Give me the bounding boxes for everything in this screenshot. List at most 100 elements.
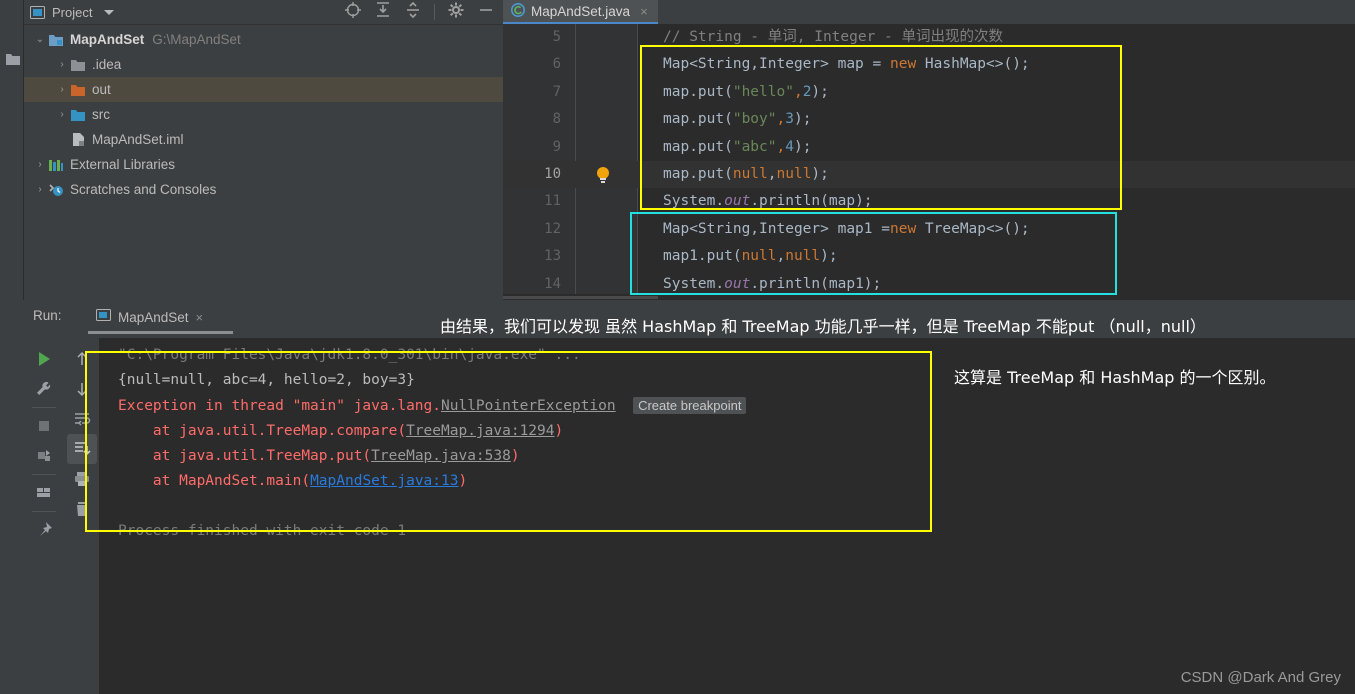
collapse-all-icon[interactable] xyxy=(404,1,422,24)
tree-item-label: src xyxy=(92,107,110,122)
code-line[interactable]: 6 Map<String,Integer> map = new HashMap<>… xyxy=(503,51,1355,78)
code-token: "boy" xyxy=(732,111,777,128)
line-number: 6 xyxy=(552,56,561,73)
folder-icon-orange xyxy=(70,83,86,97)
chevron-right-icon[interactable]: › xyxy=(56,109,68,120)
code-editor[interactable]: 5 // String - 单词, Integer - 单词出现的次数 6 Map<S… xyxy=(503,24,1355,300)
console-link[interactable]: TreeMap.java:538 xyxy=(371,448,511,464)
create-breakpoint-badge[interactable]: Create breakpoint xyxy=(633,397,747,414)
close-icon[interactable]: × xyxy=(196,310,204,325)
console-text: at MapAndSet.main( xyxy=(118,473,311,489)
code-line[interactable]: 13 map1.put(null,null); xyxy=(503,243,1355,270)
code-token: , xyxy=(776,111,786,128)
chevron-right-icon[interactable]: › xyxy=(34,159,46,170)
rerun-icon[interactable] xyxy=(29,344,59,374)
tree-item-label: out xyxy=(92,82,111,97)
tree-row[interactable]: ⌄ MapAndSet G:\MapAndSet xyxy=(24,27,503,52)
code-token: "hello" xyxy=(732,83,794,100)
layout-icon[interactable] xyxy=(29,478,59,508)
tree-row[interactable]: › Scratches and Consoles xyxy=(24,177,503,202)
folder-icon[interactable] xyxy=(5,52,21,71)
console-output[interactable]: "C:\Program Files\Java\jdk1.8.0_301\bin\… xyxy=(100,338,1355,694)
code-token: map.put( xyxy=(663,83,733,100)
chevron-right-icon[interactable]: › xyxy=(34,184,46,195)
rerun-failed-icon[interactable] xyxy=(29,441,59,471)
chevron-right-icon[interactable]: › xyxy=(56,59,68,70)
tree-row[interactable]: › .idea xyxy=(24,52,503,77)
code-token: ); xyxy=(811,165,829,182)
module-folder-icon xyxy=(48,33,64,47)
tree-item-label: Scratches and Consoles xyxy=(70,182,217,197)
code-text: // String - 单词, Integer - 单词出现的次数 xyxy=(663,24,1003,51)
console-link[interactable]: MapAndSet.java:13 xyxy=(310,473,458,489)
annotation-note-top: 由结果，我们可以发现 虽然 HashMap 和 TreeMap 功能几乎一样，但… xyxy=(440,317,1206,336)
code-line[interactable]: 7 map.put("hello",2); xyxy=(503,79,1355,106)
up-arrow-icon[interactable] xyxy=(67,344,97,374)
code-line[interactable]: 5 // String - 单词, Integer - 单词出现的次数 xyxy=(503,24,1355,51)
console-link[interactable]: NullPointerException xyxy=(441,398,616,414)
code-token: 3 xyxy=(785,111,794,128)
tree-row-out[interactable]: › out xyxy=(24,77,503,102)
hide-minimize-icon[interactable] xyxy=(477,1,495,24)
code-token: , xyxy=(776,138,786,155)
tree-item-label: MapAndSet.iml xyxy=(92,132,184,147)
pin-icon[interactable] xyxy=(29,515,59,545)
console-line: Process finished with exit code 1 xyxy=(118,519,1355,544)
console-link[interactable]: TreeMap.java:1294 xyxy=(406,423,554,439)
chevron-down-icon[interactable]: ⌄ xyxy=(34,34,46,45)
editor-area: MapAndSet.java × 5 // String - 单词, Intege… xyxy=(503,0,1355,300)
tree-row[interactable]: › src xyxy=(24,102,503,127)
line-number: 5 xyxy=(552,29,561,45)
code-token: ); xyxy=(793,138,812,155)
code-token: TreeMap<>(); xyxy=(924,220,1030,237)
locate-icon[interactable] xyxy=(344,1,362,24)
settings-gear-icon[interactable] xyxy=(447,1,465,24)
code-token: .println(map1); xyxy=(750,275,882,292)
code-token: null xyxy=(776,165,812,182)
tab-mapandset-java[interactable]: MapAndSet.java × xyxy=(503,0,658,24)
ide-window: Project Project xyxy=(0,0,1355,694)
scroll-to-end-icon[interactable] xyxy=(66,434,97,464)
project-panel-header: Project xyxy=(24,0,503,25)
code-token: // String - 单词, Integer - 单词出现的次数 xyxy=(663,29,1004,45)
code-token: null xyxy=(785,248,821,265)
code-token: out xyxy=(724,193,751,210)
code-token: null xyxy=(732,165,768,182)
tree-row[interactable]: › External Libraries xyxy=(24,152,503,177)
code-text: map.put("hello",2); xyxy=(663,79,829,106)
tree-item-path: G:\MapAndSet xyxy=(152,32,241,47)
code-token: map.put( xyxy=(663,111,733,128)
java-class-icon xyxy=(511,2,525,20)
libraries-icon xyxy=(48,158,64,172)
console-text: ) xyxy=(554,423,564,439)
code-line[interactable]: 10 map.put(null,null); xyxy=(503,160,1355,189)
run-tool-window: Run: MapAndSet × "C:\Program Files\Java\… xyxy=(0,300,1355,694)
code-token: new xyxy=(889,56,925,73)
clear-all-trash-icon[interactable] xyxy=(67,494,97,524)
chevron-down-icon[interactable] xyxy=(104,9,115,15)
code-line[interactable]: 11 System.out.println(map); xyxy=(503,188,1355,215)
code-line[interactable]: 8 map.put("boy",3); xyxy=(503,106,1355,133)
scratches-icon xyxy=(48,182,64,197)
tree-row[interactable]: MapAndSet.iml xyxy=(24,127,503,152)
run-tab-label: MapAndSet xyxy=(118,309,189,325)
soft-wrap-icon[interactable] xyxy=(67,404,97,434)
code-token: map.put( xyxy=(663,165,733,182)
line-number: 7 xyxy=(552,83,561,100)
close-icon[interactable]: × xyxy=(640,4,648,19)
chevron-right-icon[interactable]: › xyxy=(56,84,68,95)
console-text: {null=null, abc=4, hello=2, boy=3} xyxy=(118,372,415,388)
wrench-settings-icon[interactable] xyxy=(29,374,59,404)
project-panel-toolbar xyxy=(344,1,503,24)
folder-icon xyxy=(70,58,86,72)
code-line[interactable]: 9 map.put("abc",4); xyxy=(503,134,1355,161)
stop-icon[interactable] xyxy=(29,411,59,441)
line-number: 13 xyxy=(544,248,561,265)
run-tab-mapandset[interactable]: MapAndSet × xyxy=(88,303,211,331)
code-token: , xyxy=(793,83,803,100)
code-line[interactable]: 12 Map<String,Integer> map1 =new TreeMap<… xyxy=(503,216,1355,243)
code-token: Map<String,Integer> map = xyxy=(663,56,890,73)
down-arrow-icon[interactable] xyxy=(67,374,97,404)
expand-all-icon[interactable] xyxy=(374,1,392,24)
print-icon[interactable] xyxy=(67,464,97,494)
